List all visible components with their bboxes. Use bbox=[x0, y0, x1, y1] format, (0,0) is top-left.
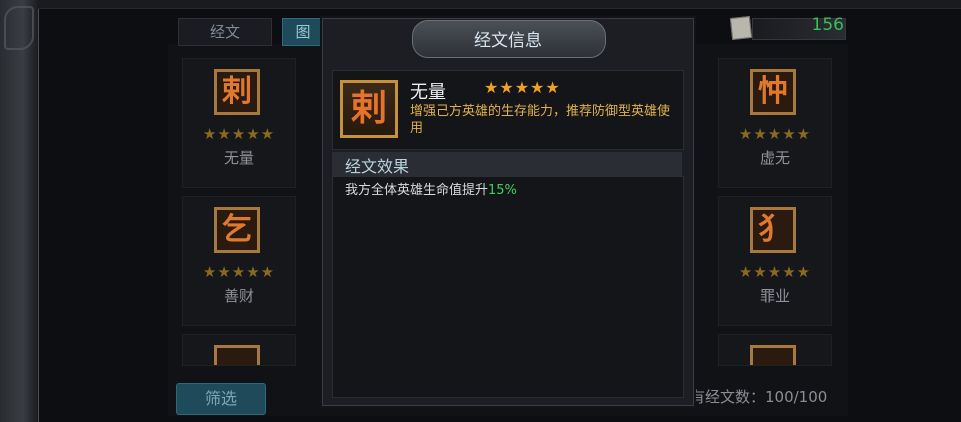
scroll-icon bbox=[729, 16, 753, 40]
sutra-card[interactable] bbox=[182, 334, 296, 366]
star-rating: ★★★★★ bbox=[484, 78, 561, 97]
effect-text: 我方全体英雄生命值提升15% bbox=[345, 179, 517, 198]
star-rating: ★★★★★ bbox=[202, 263, 276, 281]
star-rating: ★★★★★ bbox=[202, 125, 276, 143]
star-rating: ★★★★★ bbox=[738, 125, 812, 143]
sutra-name: 虚无 bbox=[759, 149, 790, 167]
filter-button[interactable]: 筛选 bbox=[176, 383, 266, 415]
sutra-card[interactable]: 犭 ★★★★★ 罪业 bbox=[718, 196, 832, 326]
currency-value: 156 bbox=[811, 15, 844, 35]
sutra-icon: 乞 bbox=[214, 207, 260, 253]
owned-count: 有经文数：100/100 bbox=[690, 388, 828, 406]
tab-sutra[interactable]: 经文 bbox=[178, 18, 272, 46]
effect-body bbox=[332, 176, 684, 398]
sutra-card[interactable]: 剌 ★★★★★ 无量 bbox=[182, 58, 296, 188]
sutra-name: 无量 bbox=[223, 149, 254, 167]
top-strip bbox=[38, 0, 961, 9]
effect-label: 我方全体英雄生命值提升 bbox=[345, 183, 489, 198]
item-description: 增强己方英雄的生存能力，推荐防御型英雄使用 bbox=[410, 104, 671, 136]
effect-value: 15% bbox=[488, 183, 517, 198]
sutra-name: 罪业 bbox=[759, 287, 790, 305]
tab-illustration[interactable]: 图 bbox=[282, 18, 324, 46]
sutra-icon: 犭 bbox=[750, 207, 796, 253]
sutra-card[interactable]: 乞 ★★★★★ 善财 bbox=[182, 196, 296, 326]
effect-title: 经文效果 bbox=[345, 157, 410, 176]
sutra-icon: 剌 bbox=[340, 80, 398, 138]
sutra-card[interactable] bbox=[718, 334, 832, 366]
ornament-icon bbox=[4, 6, 34, 50]
left-ornate-frame bbox=[0, 0, 39, 422]
sutra-card[interactable]: 忡 ★★★★★ 虚无 bbox=[718, 58, 832, 188]
sutra-icon: 忡 bbox=[750, 69, 796, 115]
sutra-icon bbox=[214, 345, 260, 365]
sutra-icon bbox=[750, 345, 796, 365]
sutra-name: 善财 bbox=[223, 287, 254, 305]
modal-title: 经文信息 bbox=[474, 31, 542, 51]
star-rating: ★★★★★ bbox=[738, 263, 812, 281]
sutra-icon: 剌 bbox=[214, 69, 260, 115]
item-name: 无量 bbox=[410, 82, 446, 103]
